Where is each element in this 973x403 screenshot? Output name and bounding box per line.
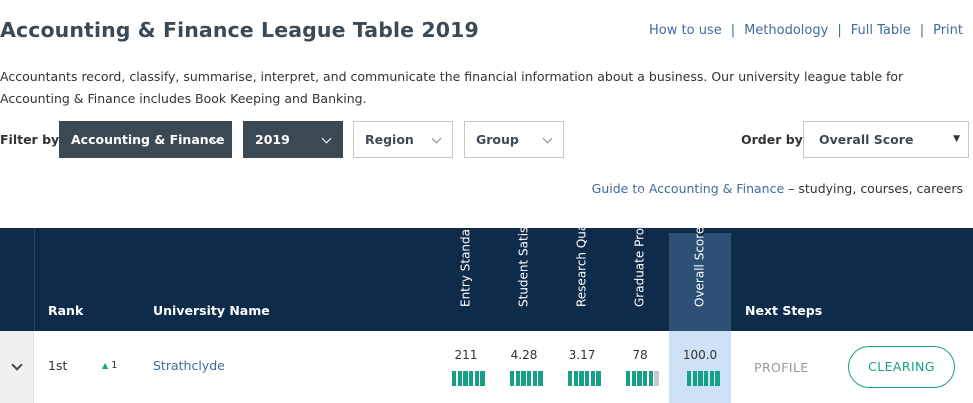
- student-satisfaction-header-label: Student Satisfaction: [516, 185, 531, 307]
- filter-label: Filter by: [0, 132, 60, 147]
- table-row: [0, 331, 973, 403]
- rank-change: ▲ 1: [102, 360, 118, 371]
- bar-segment: [626, 371, 631, 386]
- chevron-down-icon: [11, 359, 23, 371]
- full-table-link[interactable]: Full Table: [851, 23, 911, 38]
- guide-link[interactable]: Guide to Accounting & Finance: [592, 181, 785, 196]
- bar-segment: [510, 371, 515, 386]
- year-dropdown-value: 2019: [255, 132, 290, 147]
- graduate-prospects-bar: [626, 371, 659, 386]
- chevron-down-icon: [321, 133, 332, 144]
- arrow-up-icon: ▲: [102, 361, 109, 370]
- bar-segment: [654, 371, 659, 386]
- page-title: Accounting & Finance League Table 2019: [0, 18, 479, 42]
- region-dropdown[interactable]: Region: [353, 121, 453, 158]
- chevron-down-icon: [542, 133, 553, 144]
- overall-score-header-label: Overall Score: [692, 226, 707, 307]
- entry-standards-header[interactable]: Entry Standards: [436, 210, 496, 320]
- rank-header[interactable]: Rank: [48, 303, 83, 318]
- link-separator: |: [837, 23, 842, 38]
- research-quality-header[interactable]: Research Quality: [552, 205, 612, 320]
- next-steps-header: Next Steps: [745, 303, 823, 318]
- graduate-prospects-header-label: Graduate Prospects: [632, 189, 647, 307]
- graduate-prospects-value: 78: [632, 348, 648, 362]
- overall-score-cell-highlight: [669, 331, 731, 403]
- link-separator: |: [730, 23, 736, 38]
- bar-segment: [474, 371, 479, 386]
- entry-standards-header-label: Entry Standards: [458, 210, 473, 307]
- entry-standards-value: 211: [454, 348, 478, 362]
- bar-segment: [698, 371, 703, 386]
- rank-change-value: 1: [111, 360, 118, 371]
- bar-segment: [480, 371, 485, 386]
- subject-dropdown-value: Accounting & Finance: [71, 132, 225, 147]
- bar-segment: [463, 371, 468, 386]
- chevron-down-icon: [431, 133, 442, 144]
- bar-segment: [709, 371, 714, 386]
- overall-score-bar: [687, 371, 720, 386]
- header-divider: [34, 228, 35, 331]
- bar-segment: [648, 371, 653, 386]
- subject-dropdown[interactable]: Accounting & Finance: [59, 121, 232, 158]
- research-quality-bar: [568, 371, 601, 386]
- row-expand-button[interactable]: [0, 331, 34, 403]
- bar-segment: [585, 371, 590, 386]
- university-link[interactable]: Strathclyde: [153, 358, 225, 373]
- bar-segment: [704, 371, 709, 386]
- bar-segment: [643, 371, 648, 386]
- student-satisfaction-header[interactable]: Student Satisfaction: [494, 186, 554, 320]
- order-dropdown-value: Overall Score: [819, 132, 914, 147]
- bar-segment: [452, 371, 457, 386]
- clearing-button[interactable]: CLEARING: [848, 346, 955, 388]
- bar-segment: [568, 371, 573, 386]
- bar-segment: [596, 371, 601, 386]
- student-satisfaction-value: 4.28: [510, 348, 538, 362]
- university-header[interactable]: University Name: [153, 303, 270, 318]
- bar-segment: [692, 371, 697, 386]
- top-links: How to use | Methodology | Full Table | Print: [649, 23, 963, 38]
- methodology-link[interactable]: Methodology: [744, 23, 828, 38]
- overall-score-value: 100.0: [682, 348, 718, 362]
- group-dropdown-value: Group: [476, 132, 519, 147]
- profile-button[interactable]: PROFILE: [754, 360, 809, 375]
- overall-score-header[interactable]: Overall Score: [670, 227, 730, 320]
- link-separator: |: [919, 23, 925, 38]
- rank-cell: 1st: [48, 358, 68, 373]
- order-label: Order by: [741, 132, 803, 147]
- guide-suffix: – studying, courses, careers: [784, 181, 963, 196]
- student-satisfaction-bar: [510, 371, 543, 386]
- bar-segment: [590, 371, 595, 386]
- bar-segment: [457, 371, 462, 386]
- bar-segment: [521, 371, 526, 386]
- how-to-use-link[interactable]: How to use: [649, 23, 722, 38]
- bar-segment: [637, 371, 642, 386]
- intro-text: Accountants record, classify, summarise,…: [0, 69, 904, 106]
- research-quality-header-label: Research Quality: [574, 205, 589, 307]
- bar-segment: [573, 371, 578, 386]
- bar-segment: [515, 371, 520, 386]
- bar-segment: [469, 371, 474, 386]
- bar-segment: [532, 371, 537, 386]
- entry-standards-bar: [452, 371, 485, 386]
- triangle-down-icon: ▼: [953, 134, 960, 144]
- bar-segment: [715, 371, 720, 386]
- guide-line: Guide to Accounting & Finance – studying…: [592, 181, 963, 196]
- print-link[interactable]: Print: [933, 23, 963, 38]
- group-dropdown[interactable]: Group: [464, 121, 564, 158]
- order-dropdown[interactable]: Overall Score ▼: [803, 121, 969, 158]
- bar-segment: [579, 371, 584, 386]
- bar-segment: [538, 371, 543, 386]
- bar-segment: [527, 371, 532, 386]
- graduate-prospects-header[interactable]: Graduate Prospects: [610, 189, 670, 320]
- research-quality-value: 3.17: [568, 348, 596, 362]
- bar-segment: [687, 371, 692, 386]
- bar-segment: [631, 371, 636, 386]
- region-dropdown-value: Region: [365, 132, 414, 147]
- year-dropdown[interactable]: 2019: [243, 121, 343, 158]
